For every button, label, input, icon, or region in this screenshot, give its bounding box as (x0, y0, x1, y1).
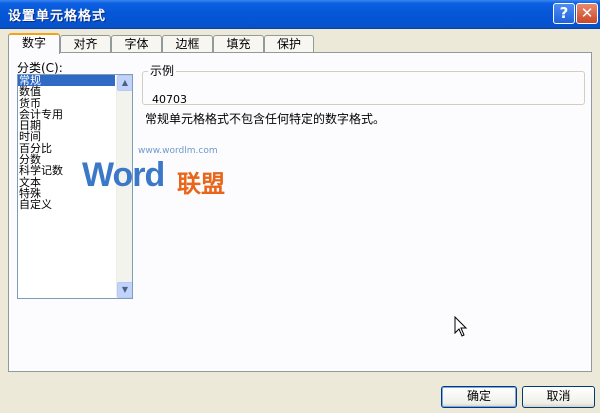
sample-legend: 示例 (148, 64, 177, 78)
mouse-cursor-icon (454, 316, 468, 337)
category-item-number[interactable]: 数值 (18, 86, 115, 97)
watermark-url: www.wordlm.com (138, 146, 218, 156)
help-button[interactable]: ? (553, 3, 575, 24)
tab-font[interactable]: 字体 (111, 35, 162, 53)
watermark-cn: 联盟 (177, 170, 225, 198)
ok-button[interactable]: 确定 (441, 386, 517, 408)
sample-group (142, 71, 585, 105)
tab-protection[interactable]: 保护 (264, 35, 314, 53)
title-bar: 设置单元格格式 ? ✕ (0, 0, 600, 29)
format-description: 常规单元格格式不包含任何特定的数字格式。 (145, 112, 386, 126)
tab-alignment[interactable]: 对齐 (60, 35, 111, 53)
close-button[interactable]: ✕ (576, 3, 598, 24)
tab-fill[interactable]: 填充 (213, 35, 264, 53)
tab-number[interactable]: 数字 (8, 33, 60, 54)
watermark-word: Word (82, 156, 165, 194)
category-item-custom[interactable]: 自定义 (18, 199, 115, 210)
tab-border[interactable]: 边框 (162, 35, 213, 53)
dialog-title: 设置单元格格式 (8, 9, 107, 24)
sample-value: 40703 (152, 93, 187, 106)
cancel-button[interactable]: 取消 (522, 386, 595, 408)
scroll-up-icon[interactable]: ▲ (117, 75, 132, 91)
scroll-down-icon[interactable]: ▼ (117, 282, 132, 298)
tab-panel-number: 分类(C): 常规 数值 货币 会计专用 日期 时间 百分比 分数 科学记数 文… (8, 52, 592, 372)
